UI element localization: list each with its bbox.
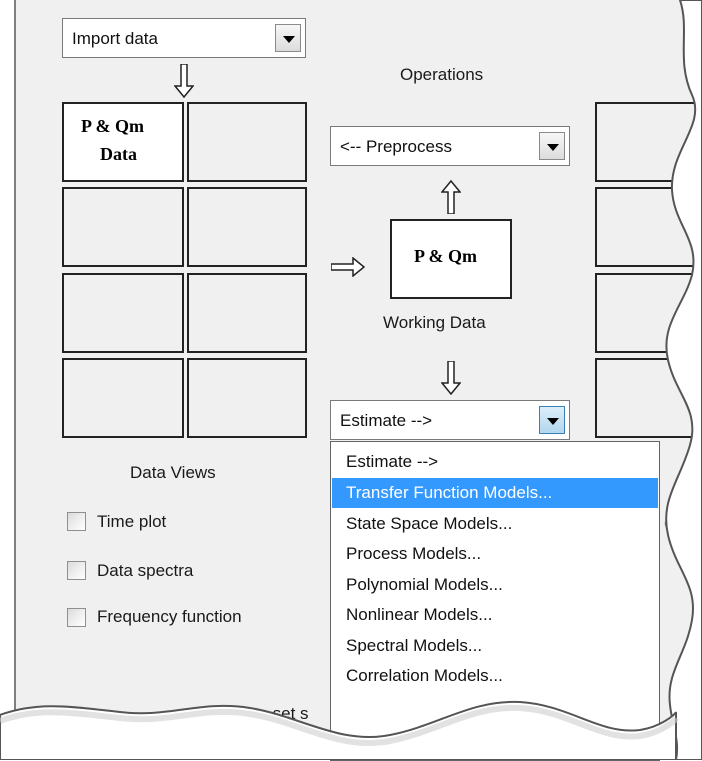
torn-edge-overlay: [0, 0, 702, 760]
